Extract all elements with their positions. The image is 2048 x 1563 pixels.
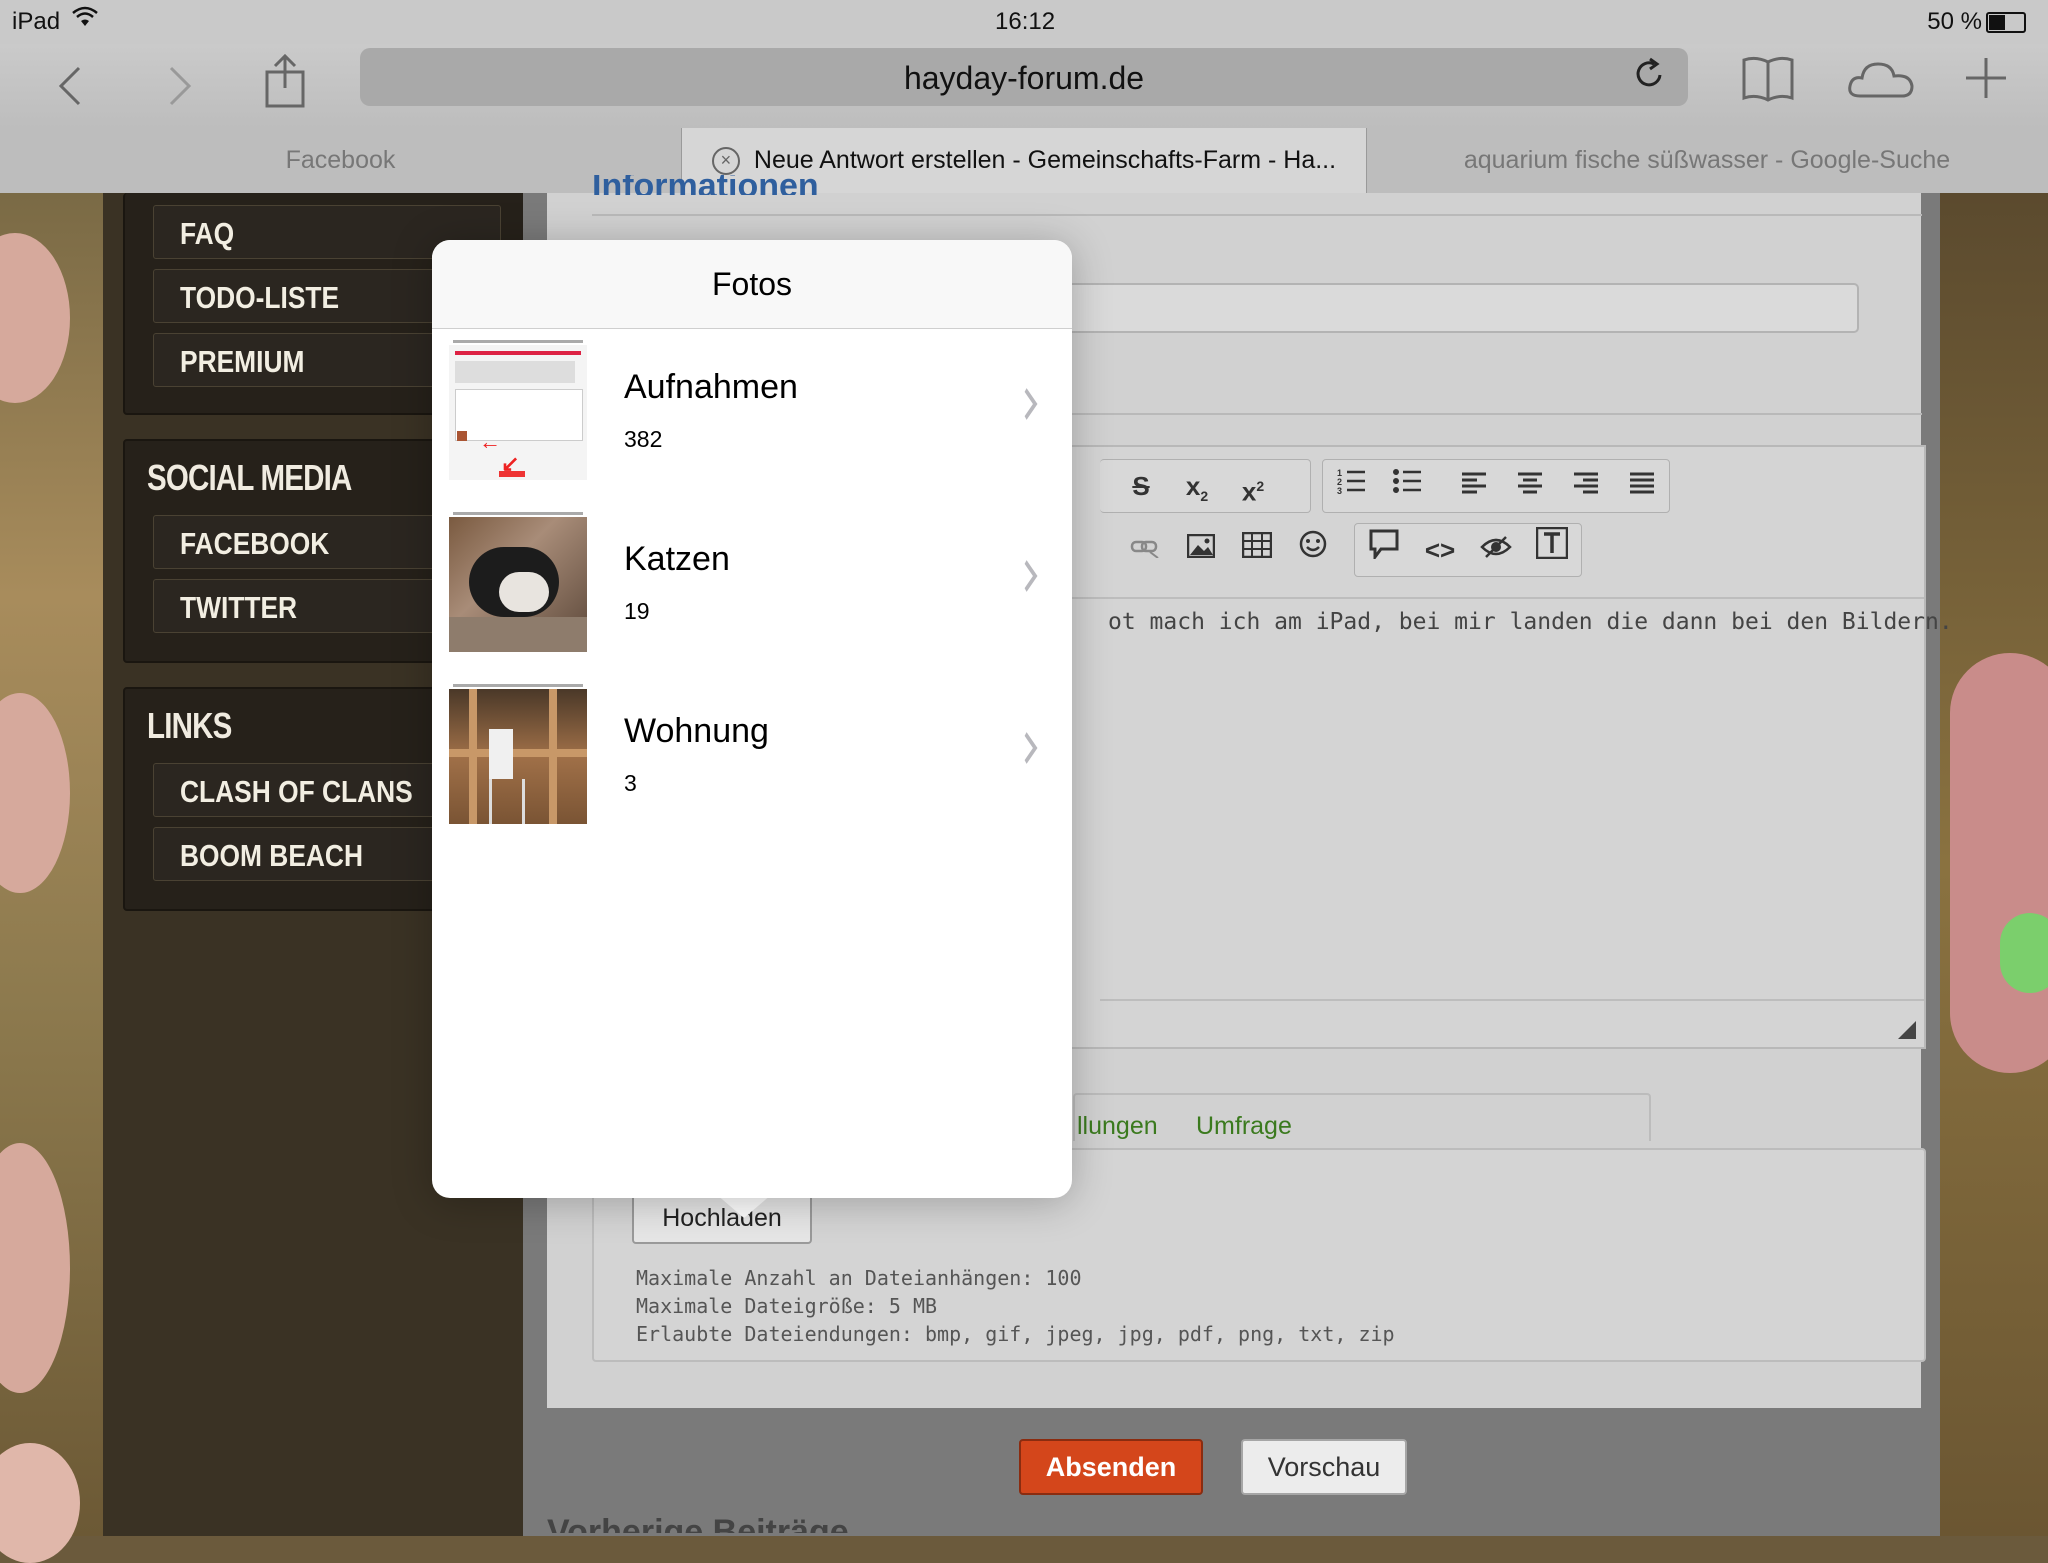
tab-label: aquarium fische süßwasser - Google-Suche: [1463, 146, 1951, 174]
justify-icon[interactable]: [1617, 460, 1667, 512]
icloud-tabs-icon[interactable]: [1846, 58, 1914, 108]
tab-label: Facebook: [285, 146, 396, 174]
tab-google[interactable]: aquarium fische süßwasser - Google-Suche: [1366, 128, 2048, 193]
chevron-right-icon: [1022, 728, 1040, 778]
battery-icon: [1986, 12, 2026, 33]
attachment-limit-text: Maximale Anzahl an Dateianhängen: 100: [636, 1266, 1082, 1290]
popover-title: Fotos: [711, 266, 793, 302]
svg-text:3: 3: [1337, 486, 1342, 495]
tab-facebook[interactable]: Facebook: [0, 128, 681, 193]
share-icon[interactable]: [255, 53, 315, 118]
smiley-icon[interactable]: [1288, 523, 1338, 575]
browser-toolbar: hayday-forum.de: [0, 44, 2048, 129]
superscript-icon[interactable]: x2: [1228, 460, 1278, 512]
new-tab-icon[interactable]: [1956, 54, 2016, 110]
address-bar[interactable]: hayday-forum.de: [360, 48, 1688, 106]
chevron-right-icon: [1022, 556, 1040, 606]
align-left-icon[interactable]: [1449, 460, 1499, 512]
close-tab-icon[interactable]: ×: [711, 147, 740, 176]
album-title: Aufnahmen: [624, 368, 798, 406]
popover-header: Fotos: [432, 240, 1072, 329]
spoiler-icon[interactable]: [1471, 524, 1521, 576]
album-row[interactable]: Katzen 19: [432, 502, 1072, 674]
album-count: 3: [624, 770, 637, 796]
align-center-icon[interactable]: [1505, 460, 1555, 512]
links-heading: LINKS: [147, 705, 232, 746]
battery-percent: 50 %: [1927, 8, 1982, 35]
extra-toolbar-group: <>: [1354, 523, 1582, 577]
subject-input[interactable]: [1055, 283, 1859, 333]
quote-icon[interactable]: [1359, 524, 1409, 576]
message-text: ot mach ich am iPad, bei mir landen die …: [1108, 609, 1953, 635]
unlink-icon[interactable]: [1120, 523, 1170, 575]
insert-toolbar-group: [1100, 523, 1327, 575]
album-count: 19: [624, 598, 650, 624]
tab-bar: Facebook × Neue Antwort erstellen - Gemei…: [0, 128, 2048, 194]
url-text: hayday-forum.de: [903, 60, 1145, 96]
device-label: iPad: [12, 8, 61, 35]
strikethrough-icon[interactable]: S: [1116, 460, 1166, 512]
album-count: 382: [624, 426, 663, 452]
filesize-limit-text: Maximale Dateigröße: 5 MB: [636, 1294, 938, 1318]
tab-poll[interactable]: Umfrage: [1196, 1112, 1292, 1141]
allowed-extensions-text: Erlaubte Dateiendungen: bmp, gif, jpeg, …: [636, 1322, 1395, 1346]
code-icon[interactable]: <>: [1415, 524, 1465, 576]
background-art-right: [1940, 193, 2048, 1536]
social-media-heading: SOCIAL MEDIA: [147, 457, 352, 498]
format-toolbar-group: S x2 x2: [1100, 459, 1311, 513]
bookmarks-icon[interactable]: [1738, 54, 1798, 112]
background-art-left: [0, 193, 103, 1563]
status-bar: iPad 16:12 50 %: [0, 0, 2048, 44]
album-thumbnail: [449, 684, 587, 824]
list-align-toolbar-group: 123: [1322, 459, 1670, 513]
wifi-icon: [72, 6, 98, 34]
chevron-right-icon: [1022, 384, 1040, 434]
insert-table-icon[interactable]: [1232, 523, 1282, 575]
form-tabs: llungen Umfrage: [1077, 1100, 1877, 1152]
forward-icon[interactable]: [150, 64, 210, 116]
align-right-icon[interactable]: [1561, 460, 1611, 512]
insert-image-icon[interactable]: [1176, 523, 1226, 575]
preview-button[interactable]: Vorschau: [1241, 1439, 1407, 1495]
album-row[interactable]: ← ↙ Aufnahmen 382: [432, 330, 1072, 502]
album-title: Katzen: [624, 540, 730, 578]
clock: 16:12: [995, 8, 1056, 35]
resize-handle[interactable]: [1898, 1021, 1916, 1039]
album-row[interactable]: Wohnung 3: [432, 674, 1072, 846]
tab-label: Neue Antwort erstellen - Gemeinschafts-F…: [753, 146, 1337, 174]
tab-settings[interactable]: llungen: [1077, 1112, 1158, 1141]
subscript-icon[interactable]: x2: [1172, 460, 1222, 512]
album-title: Wohnung: [624, 712, 769, 750]
photos-popover: Fotos ← ↙ Aufnahmen 382 Katzen 19 Wohnun…: [432, 240, 1072, 1198]
album-thumbnail: [449, 512, 587, 652]
section-heading: Informationen: [592, 175, 819, 195]
reload-icon[interactable]: [1634, 57, 1666, 100]
submit-button[interactable]: Absenden: [1019, 1439, 1203, 1495]
plaintext-icon[interactable]: [1527, 524, 1577, 576]
back-icon[interactable]: [40, 64, 100, 116]
ordered-list-icon[interactable]: 123: [1327, 460, 1377, 512]
album-thumbnail: ← ↙: [449, 340, 587, 480]
previous-posts-heading: Vorherige Beiträge: [547, 1513, 849, 1533]
unordered-list-icon[interactable]: [1383, 460, 1433, 512]
